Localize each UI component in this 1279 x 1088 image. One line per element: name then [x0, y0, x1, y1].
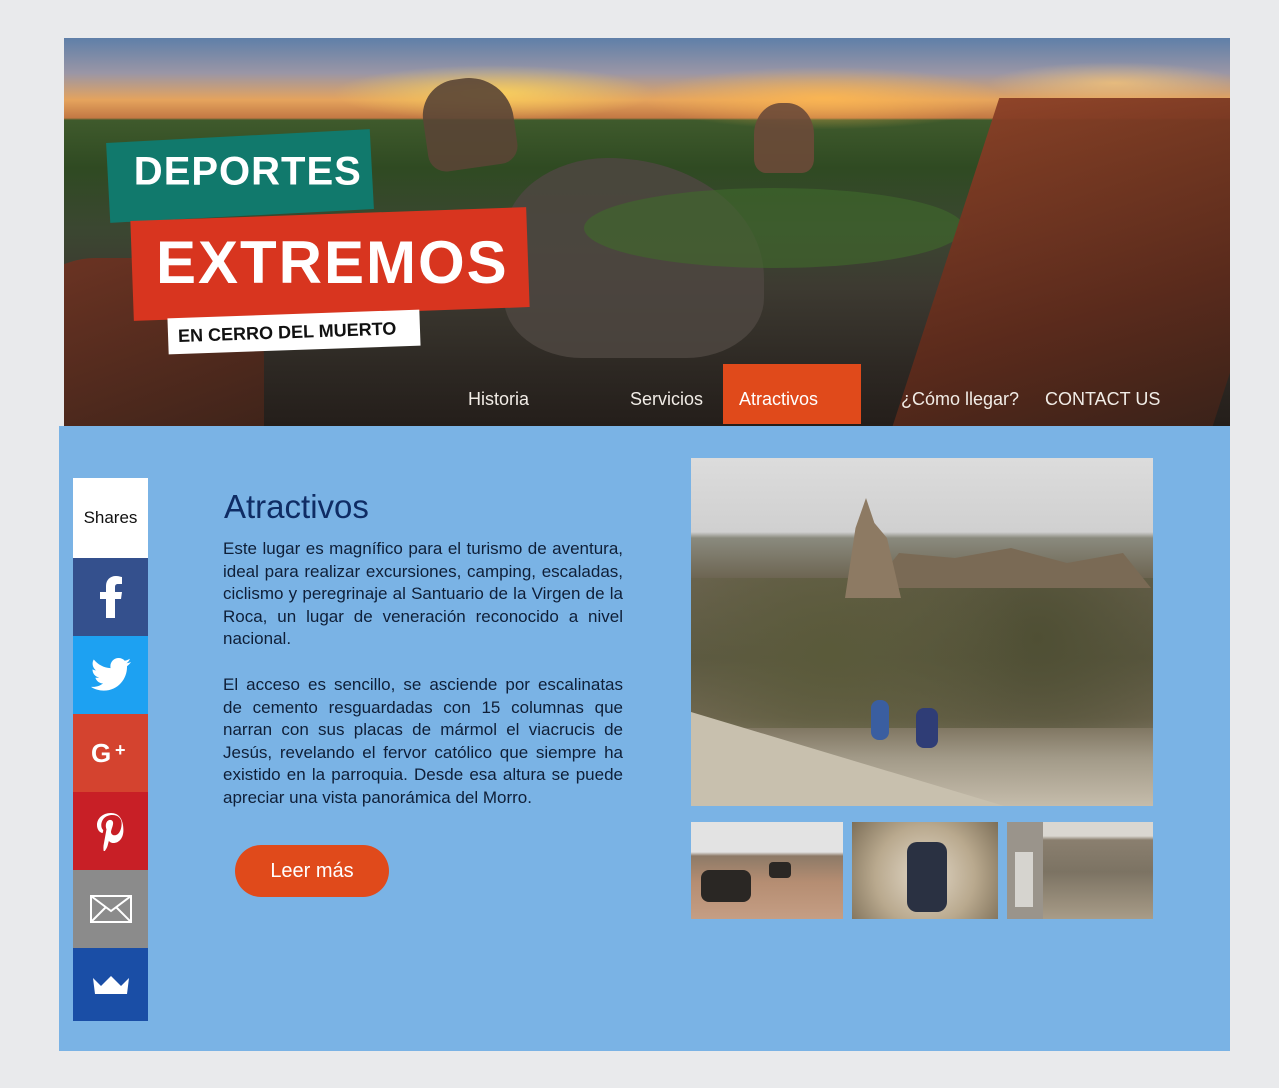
photo-climber	[916, 708, 938, 748]
thumb-post-shape	[1015, 852, 1033, 907]
twitter-share-button[interactable]	[73, 636, 148, 714]
share-bar: Shares G +	[73, 478, 148, 1021]
facebook-icon	[99, 576, 122, 618]
nav-como-llegar[interactable]: ¿Cómo llegar?	[901, 364, 1019, 424]
nav-historia[interactable]: Historia	[468, 364, 529, 424]
logo-text-cerro: EN CERRO DEL MUERTO	[177, 318, 397, 347]
thumb-rider-shape	[907, 842, 947, 912]
email-icon	[89, 895, 132, 923]
twitter-icon	[90, 658, 131, 691]
email-share-button[interactable]	[73, 870, 148, 948]
logo-text-extremos: EXTREMOS	[155, 228, 509, 296]
svg-text:G: G	[91, 738, 111, 768]
crown-share-button[interactable]	[73, 948, 148, 1021]
logo-deportes[interactable]: DEPORTES	[106, 129, 374, 223]
thumb-atv-shape	[701, 870, 751, 902]
logo-extremos[interactable]: EXTREMOS	[130, 207, 530, 321]
svg-text:+: +	[115, 740, 126, 760]
logo-text-deportes: DEPORTES	[133, 149, 362, 194]
paragraph-intro: Este lugar es magnífico para el turismo …	[223, 539, 623, 649]
main-photo-climbers[interactable]	[691, 458, 1153, 806]
nav-atractivos[interactable]: Atractivos	[723, 364, 861, 424]
photo-ridge	[871, 548, 1151, 588]
photo-climber	[871, 700, 889, 740]
thumb-atv-shape	[769, 862, 791, 878]
photo-scrub	[691, 578, 1153, 728]
google-plus-icon: G +	[91, 738, 126, 768]
share-label: Shares	[73, 478, 148, 558]
read-more-button[interactable]: Leer más	[235, 845, 389, 897]
thumbnail-mountain-bike[interactable]	[852, 822, 998, 919]
page-title: Atractivos	[224, 488, 369, 525]
thumbnail-stairway[interactable]	[1007, 822, 1153, 919]
paragraph-access: El acceso es sencillo, se asciende por e…	[223, 675, 623, 807]
hero-rock	[418, 72, 520, 174]
thumbnail-atv[interactable]	[691, 822, 843, 919]
nav-contact-us[interactable]: CONTACT US	[1045, 364, 1160, 424]
pinterest-share-button[interactable]	[73, 792, 148, 870]
google-plus-share-button[interactable]: G +	[73, 714, 148, 792]
pinterest-icon	[96, 813, 123, 851]
nav-servicios[interactable]: Servicios	[630, 364, 703, 424]
hero-rock	[754, 103, 814, 173]
facebook-share-button[interactable]	[73, 558, 148, 636]
crown-icon	[92, 975, 129, 994]
hero-vegetation	[584, 188, 964, 268]
